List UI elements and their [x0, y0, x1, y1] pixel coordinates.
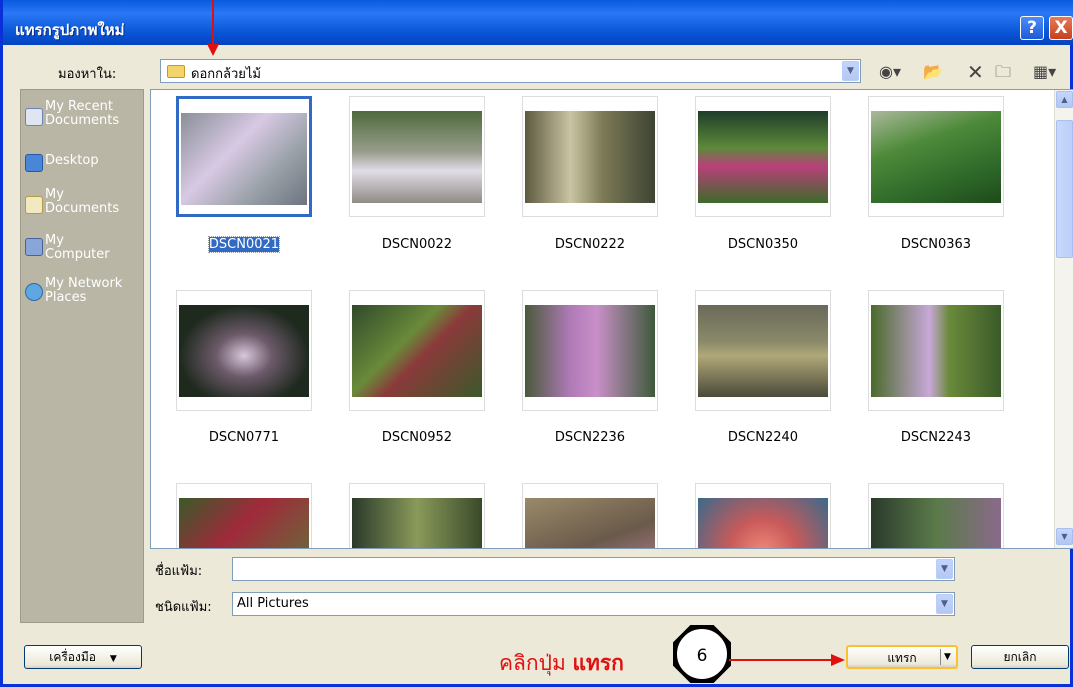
file-name[interactable]: DSCN0021	[169, 236, 319, 253]
file-name[interactable]: DSCN0363	[861, 237, 1011, 252]
file-thumbnail[interactable]	[695, 96, 831, 217]
look-in-value: ดอกกล้วยไม้	[191, 67, 261, 82]
filetype-value: All Pictures	[237, 596, 309, 611]
file-thumbnail[interactable]	[522, 96, 658, 217]
file-thumbnail[interactable]	[695, 290, 831, 411]
tools-button[interactable]: เครื่องมือ ▼	[24, 645, 142, 669]
place-label: My Network Places	[45, 276, 123, 305]
cancel-button[interactable]: ยกเลิก	[971, 645, 1069, 669]
tools-label: เครื่องมือ	[49, 650, 96, 664]
file-thumbnail[interactable]	[349, 96, 485, 217]
place-label: My Documents	[45, 187, 120, 216]
insert-picture-dialog: แทรกรูปภาพใหม่ ? X มองหาใน: ดอกกล้วยไม้ …	[0, 0, 1073, 687]
filetype-label: ชนิดแฟ้ม:	[155, 600, 212, 615]
file-thumbnail[interactable]	[176, 483, 312, 548]
views-icon[interactable]: ▦▾	[1033, 62, 1056, 82]
place-label: My Computer	[45, 233, 110, 262]
vertical-scrollbar[interactable]: ▲ ▼	[1054, 90, 1073, 548]
recent-documents-icon	[25, 108, 43, 126]
filename-input[interactable]: ▼	[232, 557, 955, 581]
file-name[interactable]: DSCN0022	[342, 237, 492, 252]
file-thumbnail[interactable]	[868, 483, 1004, 548]
file-name[interactable]: DSCN0350	[688, 237, 838, 252]
scroll-down-icon[interactable]: ▼	[1056, 528, 1073, 545]
file-thumbnail[interactable]	[522, 483, 658, 548]
file-name[interactable]: DSCN0952	[342, 430, 492, 445]
look-in-combo[interactable]: ดอกกล้วยไม้ ▼	[160, 59, 861, 83]
up-folder-icon[interactable]: 📂	[923, 62, 943, 82]
file-thumbnail[interactable]	[349, 483, 485, 548]
insert-button[interactable]: แทรก ▼	[846, 645, 958, 669]
chevron-down-icon[interactable]: ▼	[940, 649, 954, 665]
network-places-icon	[25, 283, 43, 301]
desktop-icon	[25, 154, 43, 172]
places-bar: My Recent Documents Desktop My Documents…	[20, 89, 144, 623]
chevron-down-icon[interactable]: ▼	[936, 594, 953, 614]
file-thumbnail[interactable]	[349, 290, 485, 411]
my-computer-icon	[25, 238, 43, 256]
look-in-label: มองหาใน:	[58, 67, 117, 82]
scroll-thumb[interactable]	[1056, 120, 1073, 258]
folder-icon	[167, 65, 185, 78]
file-thumbnail[interactable]	[868, 96, 1004, 217]
file-name[interactable]: DSCN2243	[861, 430, 1011, 445]
file-name[interactable]: DSCN0222	[515, 237, 665, 252]
file-thumbnail[interactable]	[176, 96, 312, 217]
new-folder-icon[interactable]: 🗀	[995, 62, 1011, 82]
delete-icon[interactable]: ✕	[967, 62, 984, 82]
chevron-down-icon: ▼	[109, 654, 117, 664]
file-list[interactable]: DSCN0021 DSCN0022 DSCN0222 DSCN0350 DSCN…	[150, 89, 1073, 549]
my-documents-icon	[25, 196, 43, 214]
scroll-up-icon[interactable]: ▲	[1056, 91, 1073, 108]
place-label: Desktop	[45, 153, 99, 168]
place-label: My Recent Documents	[45, 99, 120, 128]
file-thumbnail[interactable]	[695, 483, 831, 548]
close-button[interactable]: X	[1049, 16, 1073, 40]
title-bar[interactable]: แทรกรูปภาพใหม่ ? X	[3, 0, 1073, 45]
insert-label: แทรก	[887, 651, 917, 665]
annotation-arrow-right	[729, 654, 845, 666]
file-thumbnail[interactable]	[176, 290, 312, 411]
chevron-down-icon[interactable]: ▼	[842, 61, 859, 81]
chevron-down-icon[interactable]: ▼	[936, 559, 953, 579]
file-name[interactable]: DSCN0771	[169, 430, 319, 445]
back-icon[interactable]: ◉▾	[879, 62, 901, 82]
help-button[interactable]: ?	[1020, 16, 1044, 40]
annotation-arrow-down	[207, 0, 219, 56]
dialog-title: แทรกรูปภาพใหม่	[15, 21, 125, 39]
file-thumbnail[interactable]	[868, 290, 1004, 411]
filename-label: ชื่อแฟ้ม:	[155, 564, 203, 579]
filetype-select[interactable]: All Pictures ▼	[232, 592, 955, 616]
annotation-text: คลิกปุ่ม แทรก	[499, 651, 624, 675]
file-name[interactable]: DSCN2240	[688, 430, 838, 445]
file-name[interactable]: DSCN2236	[515, 430, 665, 445]
file-thumbnail[interactable]	[522, 290, 658, 411]
